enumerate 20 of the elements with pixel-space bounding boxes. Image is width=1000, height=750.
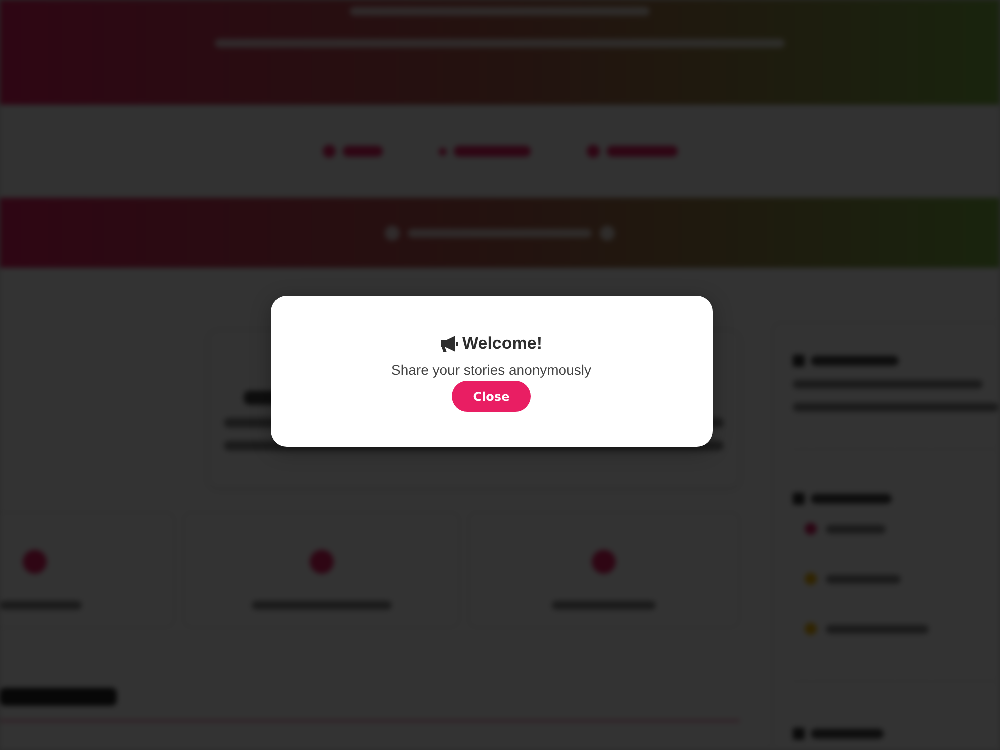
square-icon [793,493,805,505]
dot-icon [592,550,616,574]
megaphone-icon [440,336,458,352]
dot-icon [805,573,817,585]
dot-icon [805,523,817,535]
dot-icon [586,145,600,158]
dialog-title: Welcome! [462,333,542,355]
close-button[interactable]: Close [452,381,531,412]
dot-icon [438,148,446,156]
square-icon [793,728,805,740]
dot-icon [322,145,336,158]
dot-icon [23,550,47,574]
square-icon [793,355,805,367]
dot-icon [310,550,334,574]
dot-icon [600,226,615,240]
dot-icon [805,623,817,635]
blurred-text [342,146,382,157]
dot-icon [385,226,400,240]
dialog-message: Share your stories anonymously [392,361,592,380]
blurred-text [606,146,678,157]
